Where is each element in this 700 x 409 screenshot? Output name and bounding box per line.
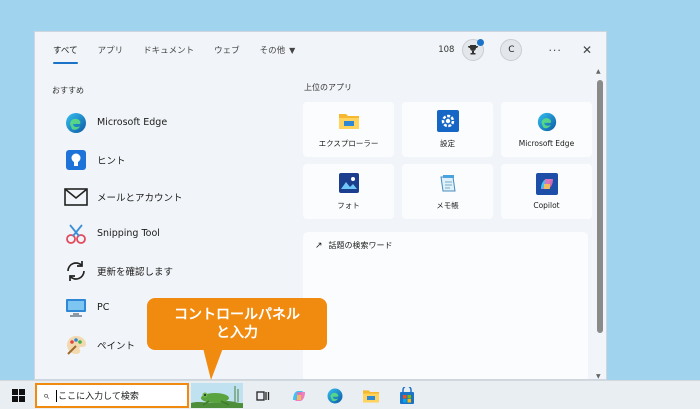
avatar[interactable]: C <box>500 39 523 61</box>
caret-down-icon: ▼ <box>289 45 296 55</box>
list-item[interactable]: Microsoft Edge <box>63 104 183 141</box>
trophy-icon <box>468 45 479 55</box>
paint-icon <box>63 332 89 358</box>
file-explorer-icon[interactable] <box>361 386 381 406</box>
top-apps-grid: エクスプローラー 設定 Microsoft Edge フォト メモ帳 Copil… <box>303 102 592 219</box>
tab-more[interactable]: その他 ▼ <box>260 32 296 68</box>
refresh-icon <box>63 258 89 284</box>
settings-icon <box>436 110 459 132</box>
instruction-callout: コントロールパネル と入力 <box>147 298 327 350</box>
tab-apps[interactable]: アプリ <box>98 32 124 68</box>
app-tile[interactable]: エクスプローラー <box>303 102 394 157</box>
trending-title: 話題の検索ワード <box>328 241 393 250</box>
recommended-title: おすすめ <box>52 86 84 95</box>
edge-icon[interactable] <box>325 386 345 406</box>
store-icon[interactable] <box>397 386 417 406</box>
scroll-down-icon[interactable]: ▼ <box>596 373 601 379</box>
app-tile[interactable]: 設定 <box>402 102 493 157</box>
scroll-thumb[interactable] <box>597 80 603 333</box>
list-item[interactable]: メールとアカウント <box>63 178 183 215</box>
app-tile[interactable]: Microsoft Edge <box>501 102 592 157</box>
scroll-up-icon[interactable]: ▲ <box>596 68 601 75</box>
tab-web[interactable]: ウェブ <box>214 32 240 68</box>
text-cursor <box>56 389 58 402</box>
trending-arrow-icon: ↗ <box>315 240 323 251</box>
task-view-icon[interactable] <box>253 386 273 406</box>
windows-start-icon[interactable] <box>12 389 25 402</box>
close-button[interactable]: ✕ <box>582 43 592 57</box>
rewards-points: 108 <box>438 45 455 55</box>
edge-icon <box>536 111 558 133</box>
list-item[interactable]: ヒント <box>63 141 183 178</box>
taskbar-search-input[interactable]: ⌕ ここに入力して検索 <box>35 383 189 408</box>
rewards-button[interactable] <box>462 39 485 61</box>
header-actions: 108 C ··· ✕ <box>438 32 592 68</box>
list-item[interactable]: Snipping Tool <box>63 215 183 252</box>
photos-icon <box>338 172 360 194</box>
top-apps-title: 上位のアプリ <box>304 83 352 92</box>
top-apps-section: 上位のアプリ エクスプローラー 設定 Microsoft Edge フォト メモ… <box>303 82 592 219</box>
app-tile[interactable]: メモ帳 <box>402 164 493 219</box>
notification-dot <box>477 39 485 46</box>
pc-icon <box>63 295 89 321</box>
copilot-icon[interactable] <box>289 386 309 406</box>
callout-pointer <box>203 348 223 380</box>
tips-icon <box>63 147 89 173</box>
more-options-button[interactable]: ··· <box>548 44 562 57</box>
snipping-tool-icon <box>63 221 89 247</box>
scrollbar[interactable]: ▲ ▼ <box>595 68 605 379</box>
notepad-icon <box>437 172 459 194</box>
trending-searches-card: ↗ 話題の検索ワード <box>303 232 588 379</box>
folder-icon <box>338 110 360 132</box>
list-item[interactable]: 更新を確認します <box>63 252 183 289</box>
app-tile[interactable]: Copilot <box>501 164 592 219</box>
edge-icon <box>63 110 89 136</box>
app-tile[interactable]: フォト <box>303 164 394 219</box>
search-icon: ⌕ <box>43 388 50 402</box>
taskbar: ⌕ ここに入力して検索 <box>0 380 700 409</box>
taskbar-apps <box>253 386 433 406</box>
tab-all[interactable]: すべて <box>53 32 78 68</box>
copilot-icon <box>535 173 558 195</box>
search-highlight-image[interactable] <box>191 383 243 408</box>
mail-icon <box>63 184 89 210</box>
tab-documents[interactable]: ドキュメント <box>143 32 194 68</box>
